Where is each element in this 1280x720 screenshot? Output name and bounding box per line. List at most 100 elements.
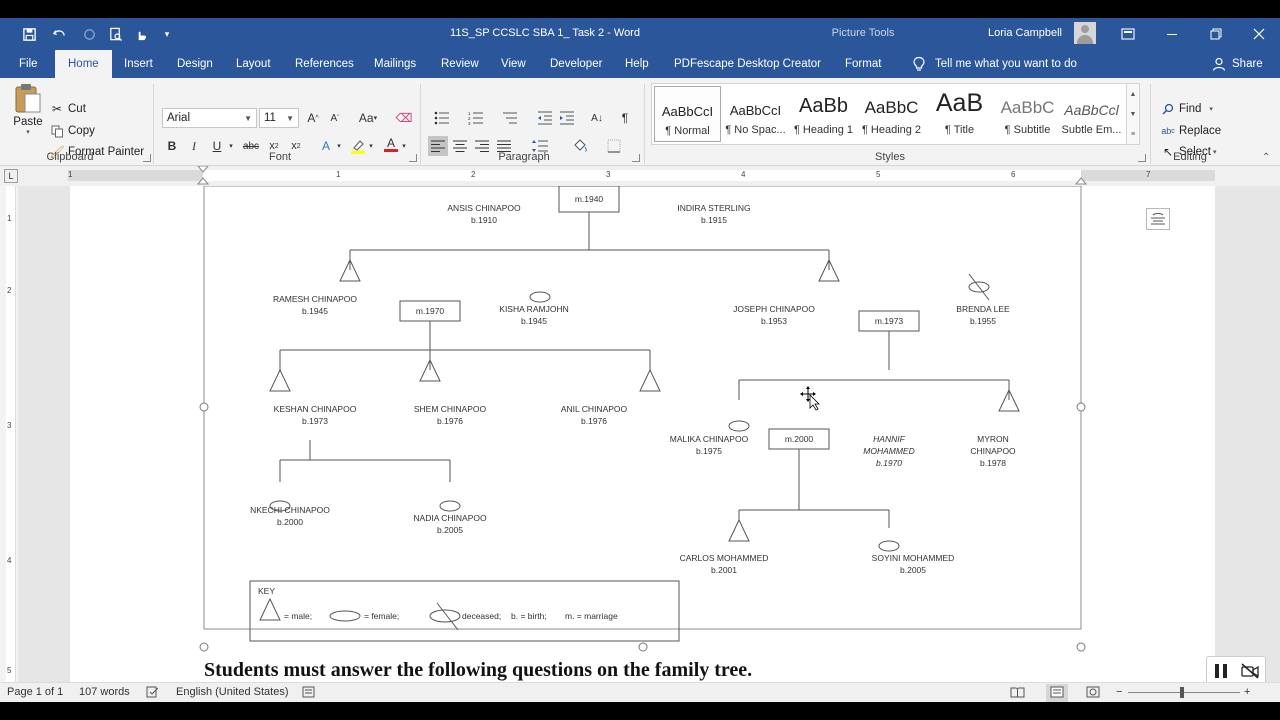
right-indent-marker-icon[interactable] — [1075, 174, 1087, 186]
print-preview-icon[interactable] — [104, 23, 126, 45]
tab-home[interactable]: Home — [55, 50, 112, 78]
highlight-dropdown-icon[interactable]: ▾ — [366, 136, 376, 156]
macro-recording-icon[interactable] — [302, 686, 315, 701]
document-page[interactable]: m.1940 m.1970 m.1973 m.2000 ANSIS CHINAP… — [70, 186, 1215, 682]
font-dialog-launcher-icon[interactable] — [409, 154, 417, 162]
tab-review[interactable]: Review — [439, 50, 481, 78]
tab-layout[interactable]: Layout — [234, 50, 273, 78]
styles-gallery-scroll[interactable]: ▲ ▼ ≡ — [1127, 83, 1140, 145]
more-icon[interactable]: ≡ — [1131, 131, 1135, 138]
resize-handle[interactable] — [1076, 642, 1086, 652]
show-formatting-marks-icon[interactable]: ¶ — [615, 108, 635, 128]
numbering-icon[interactable]: 123 — [462, 108, 490, 128]
style-subtle-emphasis[interactable]: AaBbCcl Subtle Em... — [1058, 86, 1125, 142]
style-title[interactable]: AaB ¶ Title — [926, 86, 993, 142]
tell-me-search[interactable]: Tell me what you want to do — [912, 50, 1077, 78]
touch-mode-icon[interactable] — [130, 23, 152, 45]
copy-button[interactable]: Copy — [50, 124, 95, 138]
clipboard-dialog-launcher-icon[interactable] — [143, 154, 151, 162]
bullets-icon[interactable] — [428, 108, 456, 128]
ribbon-display-options-icon[interactable] — [1106, 18, 1150, 50]
multilevel-list-icon[interactable] — [496, 108, 524, 128]
font-name-combo[interactable]: Arial ▼ — [162, 108, 257, 128]
resize-handle[interactable] — [1076, 402, 1086, 412]
underline-icon[interactable]: U — [207, 136, 227, 156]
style-no-spacing[interactable]: AaBbCcI ¶ No Spac... — [722, 86, 789, 142]
grow-font-icon[interactable]: A ^ — [303, 108, 323, 128]
tab-design[interactable]: Design — [175, 50, 215, 78]
chevron-up-icon[interactable]: ▲ — [1130, 91, 1137, 98]
proofing-icon[interactable] — [146, 686, 159, 701]
highlight-icon[interactable] — [348, 136, 368, 156]
body-paragraph[interactable]: Students must answer the following quest… — [204, 659, 752, 682]
tab-insert[interactable]: Insert — [122, 50, 155, 78]
tab-mailings[interactable]: Mailings — [372, 50, 418, 78]
cut-button[interactable]: ✂ Cut — [50, 102, 86, 116]
align-left-icon[interactable] — [428, 136, 448, 156]
user-name[interactable]: Loria Campbell — [988, 27, 1062, 39]
save-icon[interactable] — [18, 23, 40, 45]
align-center-icon[interactable] — [450, 136, 470, 156]
read-mode-icon[interactable] — [1010, 686, 1025, 701]
horizontal-ruler[interactable]: 1 1 2 3 4 5 6 7 — [68, 166, 1215, 185]
collapse-ribbon-icon[interactable]: ⌃ — [1262, 152, 1270, 163]
tab-help[interactable]: Help — [623, 50, 651, 78]
restore-button[interactable] — [1194, 18, 1238, 50]
style-heading-2[interactable]: AaBbC ¶ Heading 2 — [858, 86, 925, 142]
tab-pdfescape[interactable]: PDFescape Desktop Creator — [672, 50, 823, 78]
indent-marker-icon[interactable] — [197, 166, 209, 186]
increase-indent-icon[interactable] — [557, 108, 577, 128]
clear-formatting-icon[interactable]: ⌫ — [394, 108, 414, 128]
zoom-slider-thumb[interactable] — [1180, 687, 1184, 698]
close-button[interactable] — [1237, 18, 1280, 50]
pause-icon[interactable] — [1214, 663, 1228, 679]
tab-selector-icon[interactable]: L — [4, 169, 18, 183]
change-case-icon[interactable]: Aa ▾ — [354, 108, 382, 128]
family-tree-picture[interactable]: m.1940 m.1970 m.1973 m.2000 ANSIS CHINAP… — [70, 186, 1215, 682]
text-effects-dropdown-icon[interactable]: ▾ — [334, 136, 344, 156]
vertical-ruler[interactable]: 1 2 3 4 5 — [6, 186, 16, 682]
chevron-down-icon[interactable]: ▼ — [1130, 111, 1137, 118]
zoom-out-icon[interactable]: − — [1116, 686, 1122, 698]
tab-references[interactable]: References — [293, 50, 356, 78]
resize-handle[interactable] — [199, 402, 209, 412]
language[interactable]: English (United States) — [176, 686, 289, 698]
italic-icon[interactable]: I — [184, 136, 204, 156]
font-color-icon[interactable]: A — [381, 134, 401, 154]
minimize-button[interactable] — [1150, 18, 1194, 50]
font-color-dropdown-icon[interactable]: ▾ — [399, 136, 409, 156]
paragraph-dialog-launcher-icon[interactable] — [632, 154, 640, 162]
user-avatar[interactable] — [1074, 22, 1096, 44]
style-heading-1[interactable]: AaBb ¶ Heading 1 — [790, 86, 857, 142]
tab-format[interactable]: Format — [843, 50, 884, 78]
underline-dropdown-icon[interactable]: ▾ — [226, 136, 236, 156]
font-size-combo[interactable]: 11 ▼ — [259, 108, 299, 128]
sort-icon[interactable]: A↓ — [587, 108, 607, 128]
decrease-indent-icon[interactable] — [535, 108, 555, 128]
zoom-in-icon[interactable]: + — [1244, 686, 1250, 698]
resize-handle[interactable] — [199, 642, 209, 652]
shrink-font-icon[interactable]: Aˇ — [325, 108, 345, 128]
web-layout-icon[interactable] — [1086, 686, 1100, 701]
tab-view[interactable]: View — [499, 50, 528, 78]
paste-button[interactable]: Paste ▾ — [10, 82, 46, 136]
tab-file[interactable]: File — [17, 50, 40, 78]
zoom-slider[interactable] — [1128, 692, 1240, 693]
share-button[interactable]: Share — [1212, 50, 1263, 78]
borders-icon[interactable] — [600, 136, 628, 156]
style-normal[interactable]: AaBbCcI ¶ Normal — [654, 86, 721, 142]
redo-icon[interactable] — [78, 23, 100, 45]
find-button[interactable]: Find ▾ — [1161, 102, 1213, 116]
word-count[interactable]: 107 words — [79, 686, 130, 698]
tab-developer[interactable]: Developer — [548, 50, 604, 78]
print-layout-icon[interactable] — [1046, 684, 1068, 702]
style-subtitle[interactable]: AaBbC ¶ Subtitle — [994, 86, 1061, 142]
customize-qat-icon[interactable]: ▾ — [156, 23, 178, 45]
resize-handle[interactable] — [638, 642, 648, 652]
camera-off-icon[interactable] — [1240, 663, 1259, 679]
bold-icon[interactable]: B — [162, 136, 182, 156]
undo-icon[interactable] — [44, 23, 74, 45]
styles-dialog-launcher-icon[interactable] — [1138, 154, 1146, 162]
shading-icon[interactable] — [566, 136, 594, 156]
page-count[interactable]: Page 1 of 1 — [7, 686, 63, 698]
